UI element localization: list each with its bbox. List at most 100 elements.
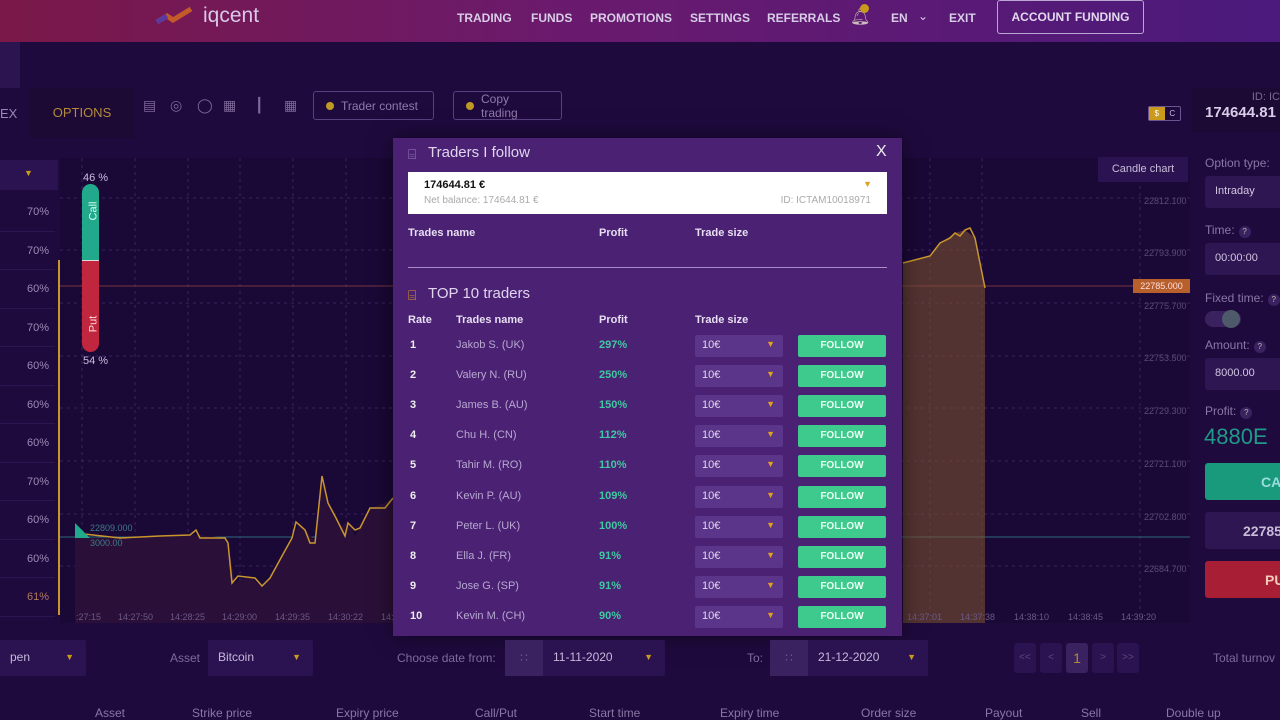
date-to-input[interactable]: ∷ 21-12-2020 ▼ bbox=[770, 640, 928, 676]
indicators-icon[interactable]: ┃ bbox=[255, 97, 271, 113]
follow-button[interactable]: FOLLOW bbox=[798, 365, 886, 388]
trader-contest-button[interactable]: Trader contest bbox=[313, 91, 434, 120]
column-header[interactable]: Double up bbox=[1166, 706, 1221, 720]
payout-item[interactable]: 60% bbox=[0, 501, 55, 540]
column-header[interactable]: Start time bbox=[589, 706, 640, 720]
put-button[interactable]: PU bbox=[1205, 561, 1280, 598]
x-tick-label: 14:37:38 bbox=[960, 612, 996, 622]
currency-toggle[interactable]: $ C bbox=[1148, 106, 1181, 121]
trade-size-select[interactable]: 10€ ▼ bbox=[695, 425, 783, 448]
column-header[interactable]: Asset bbox=[95, 706, 125, 720]
option-type-select[interactable]: Intraday bbox=[1205, 176, 1280, 208]
area-chart-icon[interactable]: ▤ bbox=[143, 97, 159, 113]
side-tab[interactable] bbox=[0, 42, 20, 88]
column-header[interactable]: Sell bbox=[1081, 706, 1101, 720]
caret-down-icon: ▼ bbox=[65, 652, 74, 662]
payout-item[interactable]: 60% bbox=[0, 540, 55, 578]
payout-item[interactable]: 60% bbox=[0, 347, 55, 386]
call-button[interactable]: CA bbox=[1205, 463, 1280, 500]
fixed-time-toggle[interactable] bbox=[1205, 310, 1241, 328]
trade-size-select[interactable]: 10€ ▼ bbox=[695, 485, 783, 508]
nav-settings[interactable]: SETTINGS bbox=[690, 11, 750, 25]
column-header[interactable]: Strike price bbox=[192, 706, 252, 720]
nav-referrals[interactable]: REFERRALS bbox=[767, 11, 840, 25]
fixed-time-label: Fixed time:? bbox=[1205, 291, 1280, 306]
help-icon[interactable]: ? bbox=[1267, 294, 1280, 306]
payout-item[interactable]: 70% bbox=[0, 193, 55, 232]
payout-item[interactable]: 70% bbox=[0, 232, 55, 270]
follow-button[interactable]: FOLLOW bbox=[798, 395, 886, 418]
trade-size-select[interactable]: 10€ ▼ bbox=[695, 575, 783, 598]
follow-button[interactable]: FOLLOW bbox=[798, 605, 886, 628]
y-tick-label: 22793.900 bbox=[1144, 248, 1187, 258]
trade-size-select[interactable]: 10€ ▼ bbox=[695, 455, 783, 478]
nav-promotions[interactable]: PROMOTIONS bbox=[590, 11, 672, 25]
status-select[interactable]: pen ▼ bbox=[0, 640, 86, 676]
trade-size-select[interactable]: 10€ ▼ bbox=[695, 395, 783, 418]
pagination-nav-button[interactable]: > bbox=[1092, 643, 1114, 673]
trade-size-select[interactable]: 10€ ▼ bbox=[695, 515, 783, 538]
payout-item[interactable]: 60% bbox=[0, 270, 55, 309]
trader-profit: 109% bbox=[599, 489, 628, 502]
follow-button[interactable]: FOLLOW bbox=[798, 545, 886, 568]
follow-button[interactable]: FOLLOW bbox=[798, 575, 886, 598]
account-funding-button[interactable]: ACCOUNT FUNDING bbox=[997, 0, 1144, 34]
payout-item[interactable]: 61% bbox=[0, 578, 55, 617]
trader-rate: 6 bbox=[410, 489, 417, 502]
date-from-input[interactable]: ∷ 11-11-2020 ▼ bbox=[505, 640, 665, 676]
trade-size-select[interactable]: 10€ ▼ bbox=[695, 545, 783, 568]
pagination-nav-button[interactable]: << bbox=[1014, 643, 1036, 673]
nav-funds[interactable]: FUNDS bbox=[531, 11, 572, 25]
time-label: Time:? bbox=[1205, 223, 1251, 238]
help-icon[interactable]: ? bbox=[1253, 341, 1266, 353]
time-input[interactable]: 00:00:00 bbox=[1205, 243, 1280, 275]
asset-select[interactable]: ▼ bbox=[0, 160, 58, 190]
trade-size-select[interactable]: 10€ ▼ bbox=[695, 605, 783, 628]
trade-size-select[interactable]: 10€ ▼ bbox=[695, 335, 783, 357]
nav-trading[interactable]: TRADING bbox=[457, 11, 512, 25]
close-icon[interactable]: X bbox=[876, 143, 887, 161]
tab-options[interactable]: OPTIONS bbox=[30, 88, 134, 138]
trader-row: 10 Kevin M. (CH) 90% 10€ ▼ FOLLOW bbox=[408, 605, 887, 628]
column-header[interactable]: Expiry time bbox=[720, 706, 779, 720]
payout-item[interactable]: 70% bbox=[0, 463, 55, 501]
amount-input[interactable]: 8000.00 bbox=[1205, 358, 1280, 390]
exit-link[interactable]: EXIT bbox=[949, 11, 976, 25]
news-icon[interactable]: ▦ bbox=[223, 97, 239, 113]
trader-rate: 10 bbox=[410, 609, 423, 622]
calendar-icon[interactable]: ▦ bbox=[284, 97, 300, 113]
pagination-nav-button[interactable]: < bbox=[1040, 643, 1062, 673]
logo[interactable]: iqcent bbox=[155, 4, 259, 28]
asset-filter-select[interactable]: Bitcoin ▼ bbox=[208, 640, 313, 676]
help-icon[interactable]: ? bbox=[1238, 226, 1251, 238]
globe-icon[interactable]: ◎ bbox=[170, 97, 186, 113]
account-select[interactable]: 174644.81 € Net balance: 174644.81 € ID:… bbox=[408, 172, 887, 214]
pagination-nav-button[interactable]: >> bbox=[1117, 643, 1139, 673]
follow-button[interactable]: FOLLOW bbox=[798, 485, 886, 508]
trader-profit: 297% bbox=[599, 339, 628, 351]
follow-button[interactable]: FOLLOW bbox=[798, 515, 886, 538]
column-header[interactable]: Call/Put bbox=[475, 706, 517, 720]
language-selector[interactable]: EN bbox=[891, 11, 908, 25]
copy-trading-button[interactable]: Copy trading bbox=[453, 91, 562, 120]
help-icon[interactable]: ? bbox=[1240, 407, 1253, 419]
x-tick-label: 14:38:45 bbox=[1068, 612, 1104, 622]
follow-button[interactable]: FOLLOW bbox=[798, 335, 886, 357]
tab-ex[interactable]: EX bbox=[0, 106, 17, 121]
column-header[interactable]: Order size bbox=[861, 706, 916, 720]
payout-item[interactable]: 60% bbox=[0, 386, 55, 424]
call-percent: 46 % bbox=[83, 172, 109, 184]
payout-item[interactable]: 60% bbox=[0, 424, 55, 463]
lightbulb-icon[interactable]: ◯ bbox=[197, 97, 213, 113]
payout-item[interactable]: 70% bbox=[0, 309, 55, 347]
trade-size-select[interactable]: 10€ ▼ bbox=[695, 365, 783, 388]
follow-button[interactable]: FOLLOW bbox=[798, 455, 886, 478]
column-header[interactable]: Payout bbox=[985, 706, 1022, 720]
header-trades-name: Trades name bbox=[456, 314, 524, 326]
candle-chart-button[interactable]: Candle chart bbox=[1098, 157, 1188, 182]
y-tick-label: 22729.300 bbox=[1144, 406, 1187, 416]
pagination-page-button[interactable]: 1 bbox=[1066, 643, 1088, 673]
column-header[interactable]: Expiry price bbox=[336, 706, 399, 720]
amount-label: Amount:? bbox=[1205, 338, 1266, 353]
follow-button[interactable]: FOLLOW bbox=[798, 425, 886, 448]
